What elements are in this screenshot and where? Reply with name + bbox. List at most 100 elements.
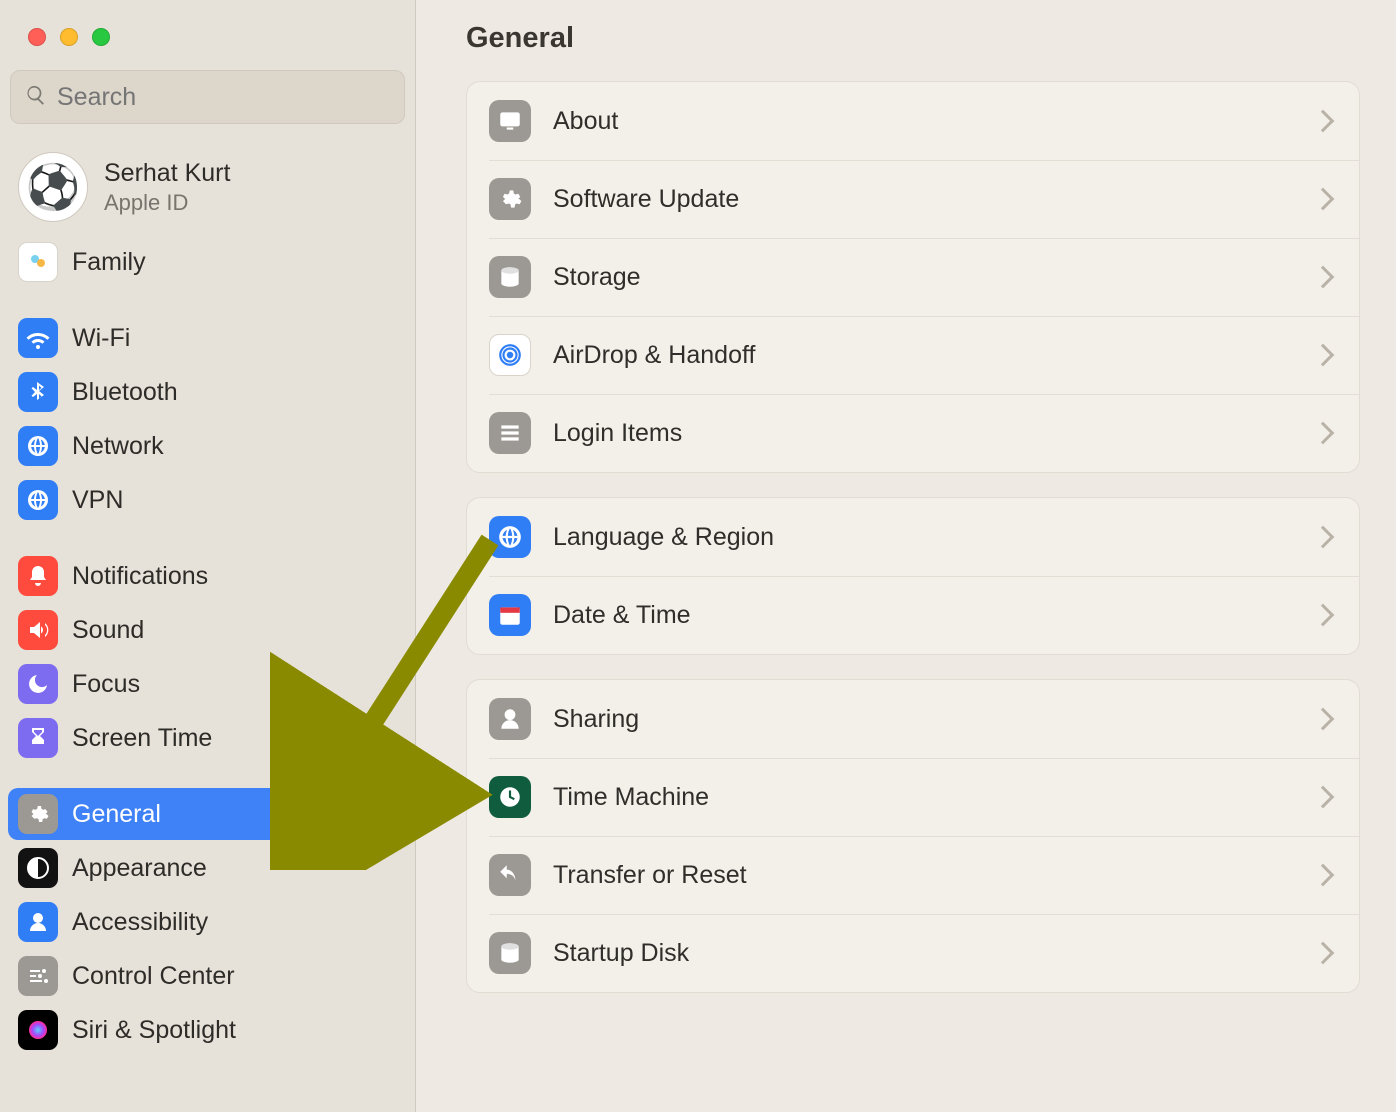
moon-icon <box>18 664 58 704</box>
sidebar-item-family[interactable]: Family <box>8 236 407 288</box>
hourglass-icon <box>18 718 58 758</box>
avatar: ⚽ <box>18 152 88 222</box>
sidebar-item-vpn[interactable]: VPN <box>8 474 407 526</box>
chevron-right-icon <box>1312 786 1335 809</box>
chevron-right-icon <box>1312 344 1335 367</box>
row-sharing[interactable]: Sharing <box>467 680 1359 758</box>
row-transfer[interactable]: Transfer or Reset <box>467 836 1359 914</box>
globe-icon <box>489 516 531 558</box>
chevron-right-icon <box>1312 422 1335 445</box>
sidebar-item-network[interactable]: Network <box>8 420 407 472</box>
sidebar-item-label: Screen Time <box>72 724 212 753</box>
sidebar-item-general[interactable]: General <box>8 788 407 840</box>
settings-group: Sharing Time Machine Transfer or Reset Star… <box>466 679 1360 993</box>
calendar-icon <box>489 594 531 636</box>
row-update[interactable]: Software Update <box>467 160 1359 238</box>
row-startup[interactable]: Startup Disk <box>467 914 1359 992</box>
chevron-right-icon <box>1312 604 1335 627</box>
main-content: General About Software Update Storage AirDr… <box>416 0 1396 1112</box>
sidebar-item-label: Family <box>72 248 146 277</box>
sidebar-item-label: Accessibility <box>72 908 208 937</box>
search-field[interactable] <box>10 70 405 124</box>
undo-icon <box>489 854 531 896</box>
sliders-icon <box>18 956 58 996</box>
settings-group: Language & Region Date & Time <box>466 497 1360 655</box>
sidebar-item-label: Control Center <box>72 962 235 991</box>
sidebar-item-notifications[interactable]: Notifications <box>8 550 407 602</box>
sidebar-item-accessibility[interactable]: Accessibility <box>8 896 407 948</box>
sidebar-item-controlcenter[interactable]: Control Center <box>8 950 407 1002</box>
sidebar-item-label: General <box>72 800 161 829</box>
globe-icon <box>18 426 58 466</box>
row-label: Login Items <box>553 419 1293 448</box>
sidebar-item-label: Siri & Spotlight <box>72 1016 236 1045</box>
sidebar-item-wifi[interactable]: Wi-Fi <box>8 312 407 364</box>
maximize-window-button[interactable] <box>92 28 110 46</box>
row-label: Transfer or Reset <box>553 861 1293 890</box>
disk-icon <box>489 256 531 298</box>
sidebar-item-label: Network <box>72 432 164 461</box>
row-label: Language & Region <box>553 523 1293 552</box>
gear-icon <box>489 178 531 220</box>
row-label: Date & Time <box>553 601 1293 630</box>
sidebar-item-label: Notifications <box>72 562 208 591</box>
row-label: About <box>553 107 1293 136</box>
chevron-right-icon <box>1312 110 1335 133</box>
sidebar-item-focus[interactable]: Focus <box>8 658 407 710</box>
row-label: Startup Disk <box>553 939 1293 968</box>
airdrop-icon <box>489 334 531 376</box>
sidebar-item-sound[interactable]: Sound <box>8 604 407 656</box>
chevron-right-icon <box>1312 864 1335 887</box>
sidebar-item-label: Focus <box>72 670 140 699</box>
sidebar-item-bluetooth[interactable]: Bluetooth <box>8 366 407 418</box>
sidebar-list: Family Wi-Fi Bluetooth Network VPN Notificati… <box>6 236 409 1078</box>
display-icon <box>489 100 531 142</box>
wifi-icon <box>18 318 58 358</box>
clock-icon <box>489 776 531 818</box>
chevron-right-icon <box>1312 942 1335 965</box>
row-label: Storage <box>553 263 1293 292</box>
sidebar-item-label: Appearance <box>72 854 207 883</box>
row-datetime[interactable]: Date & Time <box>467 576 1359 654</box>
family-icon <box>18 242 58 282</box>
person-icon <box>18 902 58 942</box>
sidebar-item-apple-id[interactable]: ⚽ Serhat Kurt Apple ID <box>6 144 409 234</box>
minimize-window-button[interactable] <box>60 28 78 46</box>
avatar-icon: ⚽ <box>26 161 81 213</box>
sidebar: ⚽ Serhat Kurt Apple ID Family Wi-Fi Blueto… <box>0 0 416 1112</box>
row-label: Software Update <box>553 185 1293 214</box>
globe-icon <box>18 480 58 520</box>
account-subtitle: Apple ID <box>104 190 230 216</box>
search-input[interactable] <box>57 83 390 112</box>
siri-icon <box>18 1010 58 1050</box>
bluetooth-icon <box>18 372 58 412</box>
row-label: Time Machine <box>553 783 1293 812</box>
row-login[interactable]: Login Items <box>467 394 1359 472</box>
bell-icon <box>18 556 58 596</box>
list-icon <box>489 412 531 454</box>
chevron-right-icon <box>1312 266 1335 289</box>
chevron-right-icon <box>1312 526 1335 549</box>
sidebar-item-siri[interactable]: Siri & Spotlight <box>8 1004 407 1056</box>
speaker-icon <box>18 610 58 650</box>
close-window-button[interactable] <box>28 28 46 46</box>
contrast-icon <box>18 848 58 888</box>
sidebar-item-label: Bluetooth <box>72 378 178 407</box>
row-tm[interactable]: Time Machine <box>467 758 1359 836</box>
row-airdrop[interactable]: AirDrop & Handoff <box>467 316 1359 394</box>
sidebar-item-screentime[interactable]: Screen Time <box>8 712 407 764</box>
account-name: Serhat Kurt <box>104 159 230 188</box>
row-about[interactable]: About <box>467 82 1359 160</box>
row-label: AirDrop & Handoff <box>553 341 1293 370</box>
row-label: Sharing <box>553 705 1293 734</box>
gear-icon <box>18 794 58 834</box>
disk-icon <box>489 932 531 974</box>
row-storage[interactable]: Storage <box>467 238 1359 316</box>
sidebar-item-label: Wi-Fi <box>72 324 130 353</box>
sidebar-item-label: VPN <box>72 486 123 515</box>
chevron-right-icon <box>1312 188 1335 211</box>
search-icon <box>25 84 47 111</box>
sidebar-item-appearance[interactable]: Appearance <box>8 842 407 894</box>
row-language[interactable]: Language & Region <box>467 498 1359 576</box>
page-title: General <box>466 22 1360 55</box>
